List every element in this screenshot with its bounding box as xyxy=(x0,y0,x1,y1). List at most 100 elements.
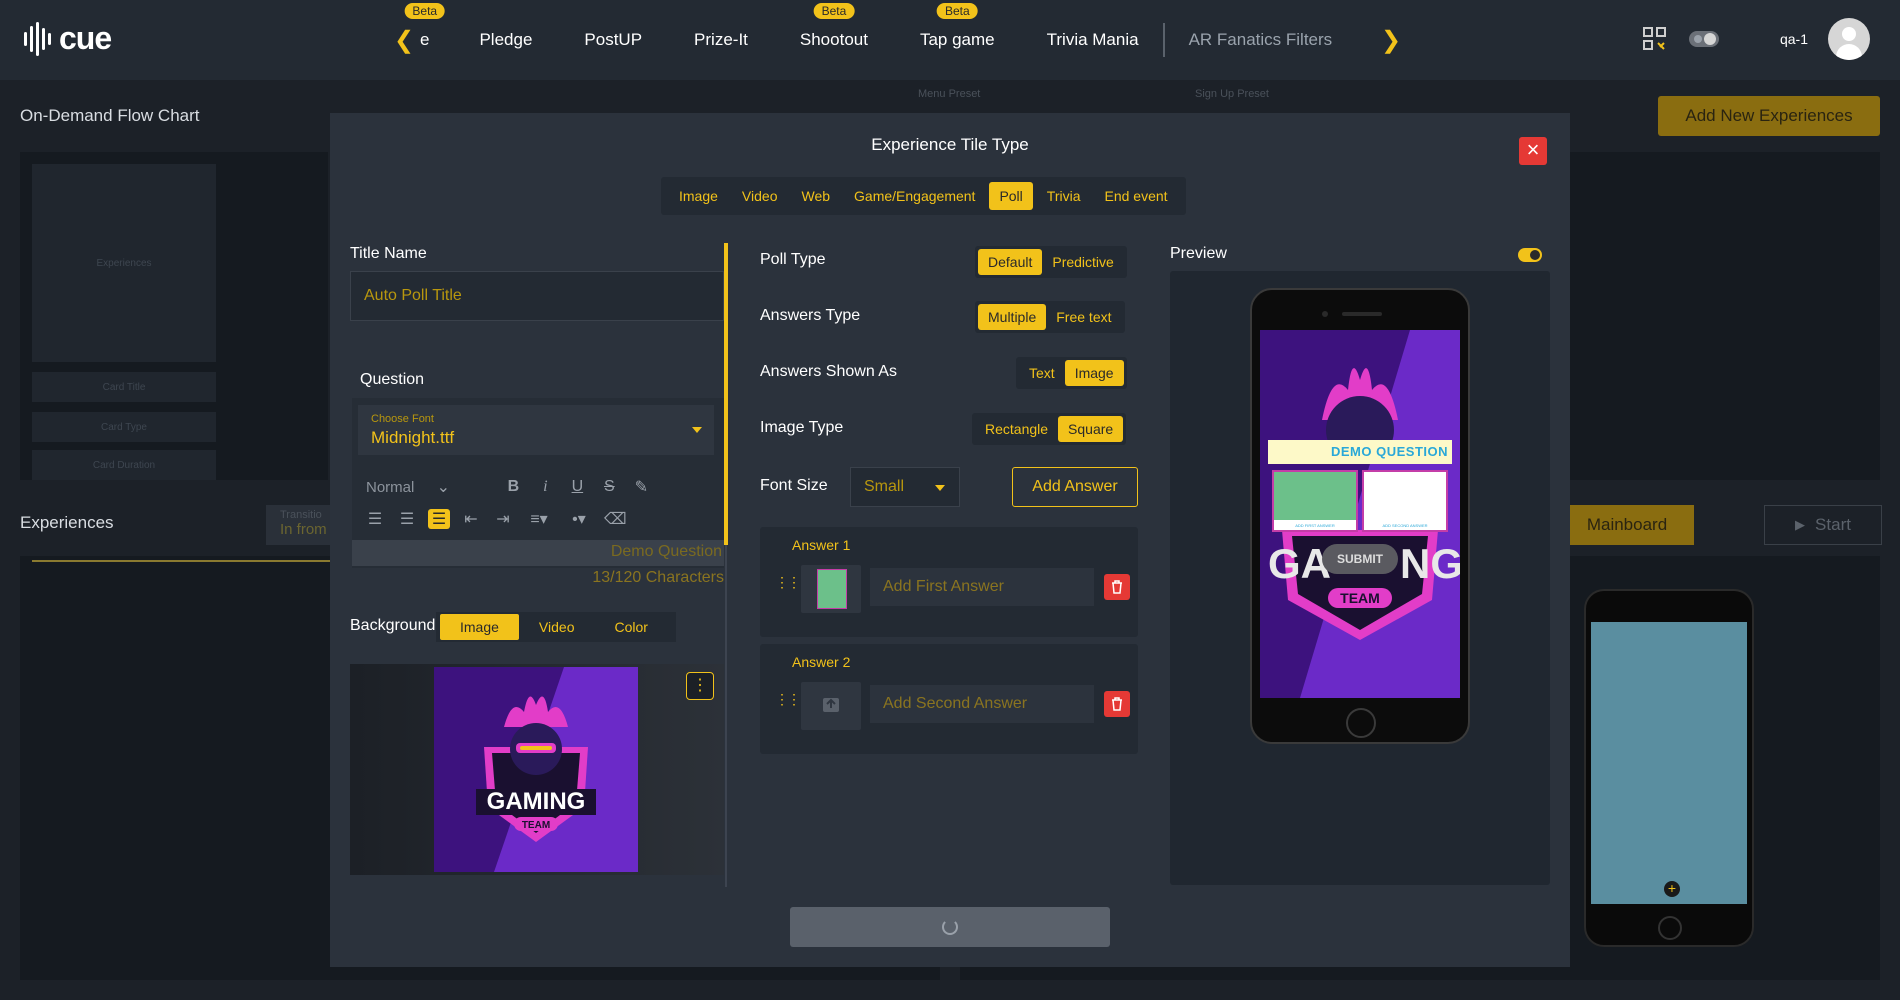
upload-icon xyxy=(823,698,839,712)
answer-label: Answer 1 xyxy=(792,537,851,553)
image-type-rectangle[interactable]: Rectangle xyxy=(975,416,1058,442)
beta-badge: Beta xyxy=(813,3,855,19)
add-icon[interactable]: + xyxy=(1664,881,1680,897)
nav-item-shootout[interactable]: Beta Shootout xyxy=(800,3,868,50)
card-title-field: Card Title xyxy=(32,372,216,402)
answer-card-1: Answer 1 ⋮⋮ Add First Answer xyxy=(760,527,1138,637)
preview-answer-2: ADD SECOND ANSWER xyxy=(1362,470,1448,532)
tab-game-engagement[interactable]: Game/Engagement xyxy=(844,182,985,210)
italic-icon[interactable]: i xyxy=(534,478,556,496)
nav-item-ar-fanatics-filters[interactable]: AR Fanatics Filters xyxy=(1189,30,1333,50)
theme-toggle-icon[interactable] xyxy=(1688,29,1722,49)
beta-badge: Beta xyxy=(404,3,446,19)
background-image-preview: GAMING TEAM ⋮ xyxy=(350,664,724,875)
tab-trivia[interactable]: Trivia xyxy=(1037,182,1091,210)
drag-handle-icon[interactable]: ⋮⋮ xyxy=(775,692,801,706)
preview-label: Preview xyxy=(1170,245,1227,262)
preview-submit-button: SUBMIT xyxy=(1322,544,1398,574)
strikethrough-icon[interactable]: S xyxy=(598,478,620,496)
poll-type-default[interactable]: Default xyxy=(978,249,1043,275)
app-name: cue xyxy=(59,20,112,56)
delete-answer-button[interactable] xyxy=(1104,691,1130,717)
nav-item-partial[interactable]: Beta e xyxy=(404,3,446,50)
tab-image[interactable]: Image xyxy=(669,182,728,210)
answer-input[interactable]: Add Second Answer xyxy=(870,685,1094,723)
close-button[interactable]: × xyxy=(1519,137,1547,165)
avatar[interactable] xyxy=(1828,18,1870,60)
answers-type-multiple[interactable]: Multiple xyxy=(978,304,1047,330)
nav-item-trivia-mania[interactable]: Trivia Mania xyxy=(1047,30,1139,50)
tab-bg-video[interactable]: Video xyxy=(519,614,595,640)
mainboard-button[interactable]: Mainboard xyxy=(1560,505,1694,545)
indent-icon[interactable]: ⇥ xyxy=(492,509,514,529)
nav-item-pledge[interactable]: Pledge xyxy=(479,30,532,50)
preview-toggle[interactable] xyxy=(1518,248,1542,262)
loading-spinner-icon xyxy=(942,919,958,935)
menu-preset-label: Menu Preset xyxy=(918,88,981,100)
close-icon: × xyxy=(1526,137,1540,162)
highlighter-icon[interactable]: ✎ xyxy=(630,477,652,497)
chevron-down-icon[interactable]: ⌄ xyxy=(432,477,454,497)
align-right-icon[interactable]: ☰ xyxy=(428,509,450,529)
nav-item-prize-it[interactable]: Prize-It xyxy=(694,30,748,50)
nav-item-tap-game[interactable]: Beta Tap game xyxy=(920,3,995,50)
image-type-label: Image Type xyxy=(760,419,844,436)
drag-handle-icon[interactable]: ⋮⋮ xyxy=(775,575,801,589)
eraser-icon[interactable]: ⌫ xyxy=(604,509,627,529)
add-new-experiences-button[interactable]: Add New Experiences xyxy=(1658,96,1880,136)
image-type-toggle: Rectangle Square xyxy=(972,413,1127,445)
outdent-icon[interactable]: ⇤ xyxy=(460,509,482,529)
right-panel xyxy=(1570,152,1880,480)
ordered-list-icon[interactable]: ≡▾ xyxy=(524,509,554,529)
answers-shown-image[interactable]: Image xyxy=(1064,360,1124,386)
font-size-select[interactable]: Small xyxy=(850,467,960,507)
background-label: Background xyxy=(350,617,436,634)
poll-type-predictive[interactable]: Predictive xyxy=(1042,249,1123,275)
add-answer-button[interactable]: Add Answer xyxy=(1012,467,1138,507)
paragraph-style-select[interactable]: Normal xyxy=(366,479,414,496)
phone-screen: GA NG TEAM DEMO QUESTION ADD FIRST ANSWE… xyxy=(1260,330,1460,698)
image-type-square[interactable]: Square xyxy=(1058,416,1124,442)
delete-answer-button[interactable] xyxy=(1104,574,1130,600)
phone-home-button xyxy=(1346,708,1376,738)
underline-icon[interactable]: U xyxy=(566,478,588,496)
play-icon: ▶ xyxy=(1795,517,1806,532)
start-button[interactable]: ▶ Start xyxy=(1764,505,1882,545)
question-text-input[interactable]: Demo Question xyxy=(352,540,724,566)
bullet-list-icon[interactable]: •▾ xyxy=(564,509,594,529)
font-select[interactable]: Choose Font Midnight.ttf xyxy=(358,405,714,455)
tab-bg-color[interactable]: Color xyxy=(594,614,667,640)
answers-type-label: Answers Type xyxy=(760,307,861,324)
align-left-icon[interactable]: ☰ xyxy=(364,509,386,529)
answers-type-free-text[interactable]: Free text xyxy=(1046,304,1121,330)
top-nav-bar: cue ❮ Beta e Pledge PostUP Prize-It Beta… xyxy=(0,0,1900,80)
title-name-input[interactable]: Auto Poll Title xyxy=(350,271,724,321)
scrollbar-track xyxy=(725,545,727,887)
save-button-loading[interactable] xyxy=(790,907,1110,947)
logo-mark-icon xyxy=(24,21,51,56)
preview-logo-team-text: TEAM xyxy=(1340,590,1380,606)
answer-image-upload[interactable] xyxy=(801,682,861,730)
nav-item-postup[interactable]: PostUP xyxy=(584,30,642,50)
tab-web[interactable]: Web xyxy=(791,182,840,210)
chevron-down-icon xyxy=(692,427,702,433)
cue-logo[interactable]: cue xyxy=(24,20,112,57)
nav-prev-icon[interactable]: ❮ xyxy=(394,26,414,55)
tab-end-event[interactable]: End event xyxy=(1095,182,1178,210)
scrollbar-thumb[interactable] xyxy=(724,243,728,545)
answer-card-2: Answer 2 ⋮⋮ Add Second Answer xyxy=(760,644,1138,754)
answer-input[interactable]: Add First Answer xyxy=(870,568,1094,606)
poll-type-label: Poll Type xyxy=(760,251,826,268)
answers-shown-text[interactable]: Text xyxy=(1019,360,1065,386)
align-center-icon[interactable]: ☰ xyxy=(396,509,418,529)
nav-next-icon[interactable]: ❯ xyxy=(1381,26,1401,55)
tab-poll[interactable]: Poll xyxy=(989,182,1033,210)
tab-bg-image[interactable]: Image xyxy=(440,614,519,640)
bold-icon[interactable]: B xyxy=(502,478,524,496)
phone-preview: GA NG TEAM DEMO QUESTION ADD FIRST ANSWE… xyxy=(1250,288,1470,744)
more-options-icon[interactable]: ⋮ xyxy=(686,672,714,700)
qr-code-icon[interactable] xyxy=(1642,26,1668,52)
answers-shown-as-label: Answers Shown As xyxy=(760,363,897,380)
tab-video[interactable]: Video xyxy=(732,182,788,210)
answer-image-upload[interactable] xyxy=(801,565,861,613)
